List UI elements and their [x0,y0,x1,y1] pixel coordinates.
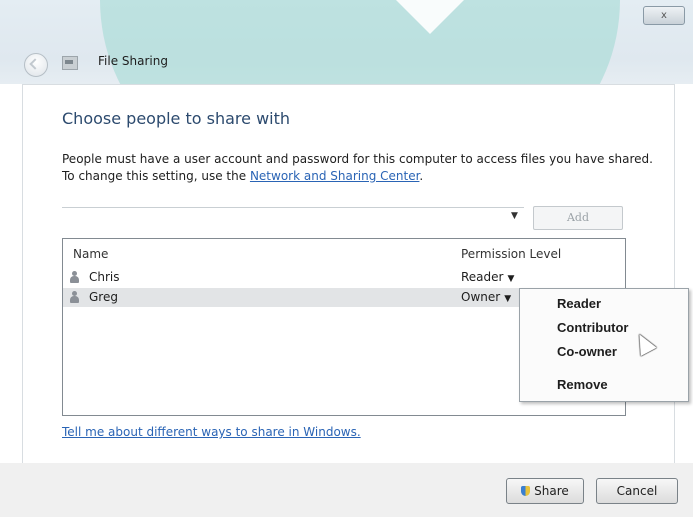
file-sharing-icon [62,56,78,70]
menu-item-reader[interactable]: Reader [557,296,601,311]
user-name: Greg [89,290,118,304]
permission-label: Owner [461,290,501,304]
user-icon [70,291,79,303]
list-item-chris[interactable]: Chris Reader ▼ [63,268,623,287]
description: People must have a user account and pass… [62,151,662,185]
description-period: . [419,169,424,183]
help-link[interactable]: Tell me about different ways to share in… [62,425,361,439]
name-dropdown-icon[interactable]: ▼ [511,211,518,221]
permission-dropdown[interactable]: Owner ▼ [461,290,511,304]
decorative-notch [396,0,464,34]
chevron-down-icon: ▼ [507,274,515,284]
page-heading: Choose people to share with [62,109,291,128]
share-label: Share [534,484,569,498]
name-input[interactable] [62,207,524,228]
menu-item-remove[interactable]: Remove [557,377,608,392]
menu-item-co-owner[interactable]: Co-owner [557,344,617,359]
network-sharing-center-link[interactable]: Network and Sharing Center [250,169,419,183]
menu-item-contributor[interactable]: Contributor [557,320,628,335]
chevron-down-icon: ▼ [504,294,512,304]
column-header-name[interactable]: Name [73,247,108,261]
close-icon: x [661,10,667,21]
permission-dropdown[interactable]: Reader ▼ [461,270,514,284]
permission-label: Reader [461,270,504,284]
user-icon [70,271,79,283]
shield-icon [521,486,531,496]
close-button[interactable]: x [643,6,685,25]
footer-bar [0,463,693,517]
column-header-permission[interactable]: Permission Level [461,247,561,261]
user-name: Chris [89,270,120,284]
cancel-button[interactable]: Cancel [596,478,678,504]
add-button[interactable]: Add [533,206,623,230]
back-button[interactable] [24,53,48,77]
permission-context-menu: Reader Contributor Co-owner Remove [519,288,689,402]
share-button[interactable]: Share [506,478,584,504]
window-title: File Sharing [98,54,168,68]
